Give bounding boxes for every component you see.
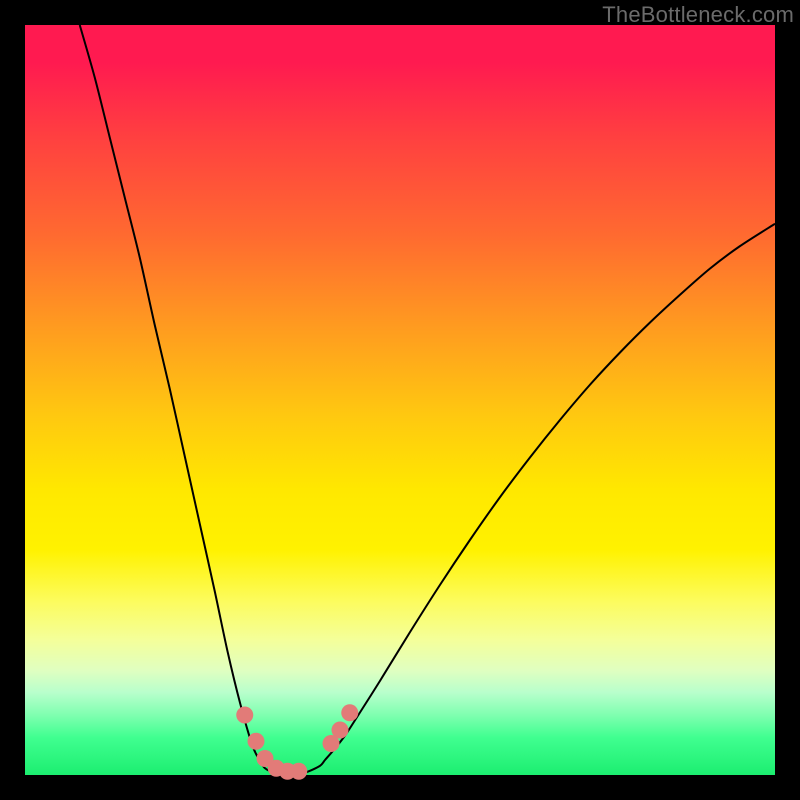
curve-marker (332, 722, 349, 739)
curve-marker (341, 704, 358, 721)
curve-left-arm (80, 25, 290, 775)
curve-marker (248, 733, 265, 750)
curve-plot (25, 25, 775, 775)
watermark-text: TheBottleneck.com (602, 2, 794, 28)
curve-marker (290, 763, 307, 780)
curve-marker (236, 707, 253, 724)
curve-right-arm (290, 224, 775, 775)
